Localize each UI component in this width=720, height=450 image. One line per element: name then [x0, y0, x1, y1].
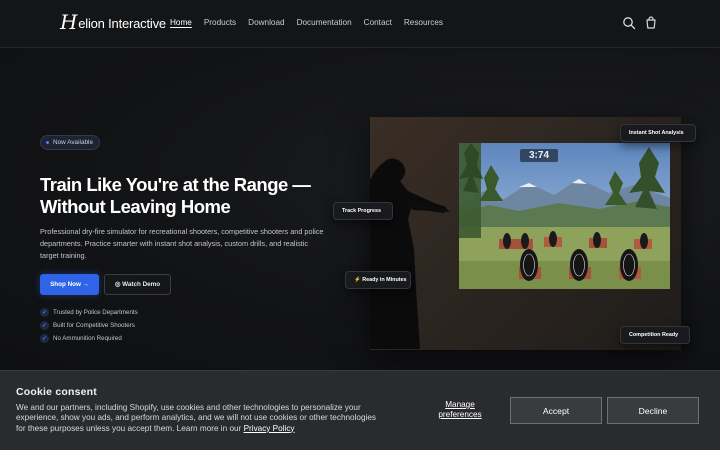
logo-initial: H	[60, 10, 78, 34]
shop-now-button[interactable]: Shop Now →	[40, 274, 99, 295]
cookie-title: Cookie consent	[16, 386, 97, 398]
logo[interactable]: H elion Interactive	[60, 10, 166, 34]
nav-products[interactable]: Products	[204, 18, 236, 27]
trust-label: No Ammunition Required	[53, 335, 122, 342]
check-icon: ✓	[40, 321, 49, 330]
cookie-body: We and our partners, including Shopify, …	[16, 403, 376, 433]
hero-title: Train Like You're at the Range — Without…	[40, 174, 311, 217]
range-scene	[459, 143, 670, 289]
hero-description: Professional dry-fire simulator for recr…	[40, 227, 324, 260]
check-icon: ✓	[40, 308, 49, 317]
round-timer: 3:74	[520, 149, 558, 162]
callout-competition-ready: Competition Ready	[620, 326, 690, 344]
main-nav: Home Products Download Documentation Con…	[170, 18, 443, 27]
trust-item: ✓ Trusted by Police Departments	[40, 308, 138, 317]
nav-home[interactable]: Home	[170, 18, 192, 27]
check-icon: ✓	[40, 334, 49, 343]
nav-download[interactable]: Download	[248, 18, 284, 27]
trust-label: Trusted by Police Departments	[53, 309, 138, 316]
watch-demo-button[interactable]: ◎ Watch Demo	[104, 274, 171, 295]
manage-preferences-link[interactable]: Manage preferences	[432, 400, 488, 420]
search-icon[interactable]	[622, 16, 636, 30]
shooter-silhouette	[370, 158, 450, 349]
cookie-text: We and our partners, including Shopify, …	[16, 403, 376, 434]
callout-track-progress: Track Progress	[333, 202, 393, 220]
accept-button[interactable]: Accept	[510, 397, 602, 424]
logo-text: elion Interactive	[78, 16, 166, 31]
trust-item: ✓ Built for Competitive Shooters	[40, 321, 135, 330]
cart-icon[interactable]	[644, 16, 658, 30]
nav-documentation[interactable]: Documentation	[297, 18, 352, 27]
privacy-policy-link[interactable]: Privacy Policy	[244, 424, 295, 433]
callout-instant-shot-analysis: Instant Shot Analysis	[620, 124, 696, 142]
trust-item: ✓ No Ammunition Required	[40, 334, 122, 343]
availability-badge: Now Available	[40, 135, 101, 150]
callout-ready-in-minutes: ⚡ Ready in Minutes	[345, 271, 411, 289]
site-header: H elion Interactive Home Products Downlo…	[0, 0, 720, 48]
nav-contact[interactable]: Contact	[364, 18, 392, 27]
trust-label: Built for Competitive Shooters	[53, 322, 135, 329]
decline-button[interactable]: Decline	[607, 397, 699, 424]
nav-resources[interactable]: Resources	[404, 18, 443, 27]
